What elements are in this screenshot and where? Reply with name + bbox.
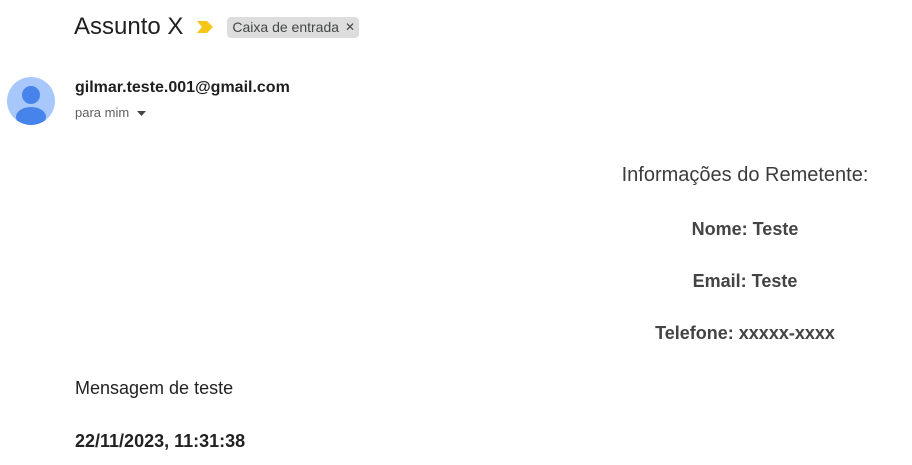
label-chip-inbox[interactable]: Caixa de entrada ✕	[227, 16, 360, 38]
importance-marker-icon-svg	[197, 21, 214, 33]
sender-info-block: Informações do Remetente: Nome: Teste Em…	[600, 160, 890, 343]
message-timestamp: 22/11/2023, 11:31:38	[75, 431, 246, 451]
sender-phone-line: Telefone: xxxxx-xxxx	[655, 323, 835, 343]
label-chip-text: Caixa de entrada	[232, 19, 340, 35]
sender-name-line: Nome: Teste	[691, 219, 799, 239]
sender-info-title: Informações do Remetente:	[621, 164, 869, 186]
recipient-details-dropdown[interactable]	[137, 110, 147, 116]
importance-marker-icon[interactable]	[197, 20, 215, 34]
caret-down-icon	[137, 110, 147, 116]
person-icon	[16, 86, 46, 125]
sender-email[interactable]: gilmar.teste.001@gmail.com	[75, 78, 290, 98]
recipient-row: para mim	[75, 104, 147, 122]
recipient-text: para mim	[75, 105, 130, 120]
email-subject: Assunto X	[74, 13, 184, 40]
sender-email-line: Email: Teste	[692, 271, 798, 291]
avatar[interactable]	[7, 77, 55, 125]
subject-row: Assunto X Caixa de entrada ✕	[74, 10, 360, 44]
close-icon[interactable]: ✕	[345, 21, 355, 33]
message-body: Mensagem de teste	[75, 378, 234, 398]
